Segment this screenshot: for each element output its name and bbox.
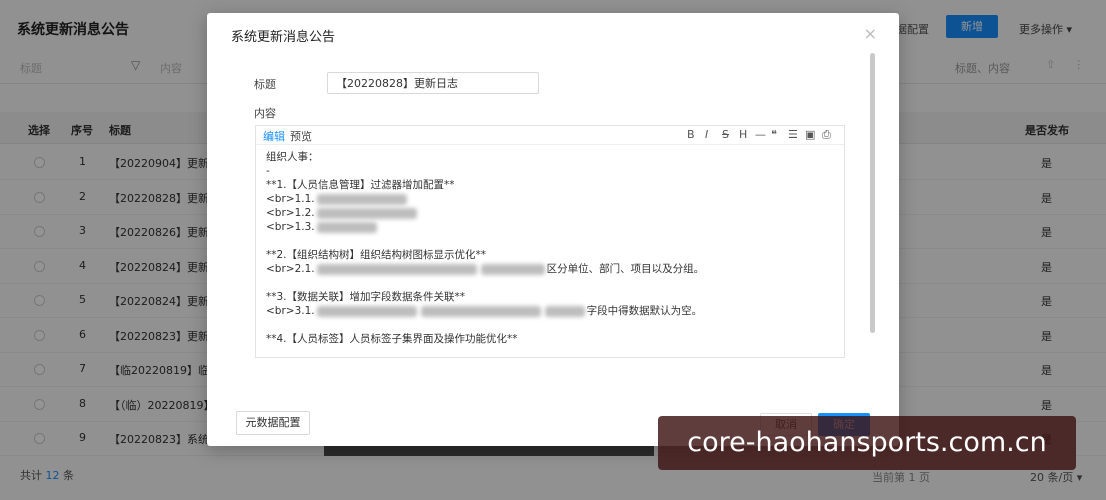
editor-line: 组织人事：	[266, 151, 319, 163]
list-icon[interactable]: ☰	[788, 128, 798, 141]
redacted-text	[544, 305, 585, 317]
editor-line: **3.【数据关联】增加字段数据条件关联**	[266, 291, 466, 303]
tab-preview[interactable]: 预览	[290, 128, 312, 144]
bold-icon[interactable]: B	[687, 128, 695, 141]
redacted-text	[480, 263, 545, 275]
editor-line: **2.【组织结构树】组织结构树图标显示优化**	[266, 249, 487, 261]
content-label: 内容	[254, 107, 276, 120]
title-label: 标题	[254, 78, 276, 91]
title-input[interactable]	[327, 72, 539, 94]
editor-toolbar: 编辑 预览 B I S H — ❝ ☰ ▣ ⎙	[256, 126, 844, 145]
redacted-text	[316, 221, 377, 233]
editor-line: **1.【人员信息管理】过滤器增加配置**	[266, 179, 455, 191]
editor-line: <br>1.3.	[266, 220, 834, 234]
dialog-scrollbar[interactable]	[870, 53, 875, 333]
dialog-title: 系统更新消息公告	[231, 30, 336, 45]
close-icon[interactable]: ×	[864, 24, 877, 43]
editor-line: -	[266, 165, 270, 177]
editor-line: <br>1.1.	[266, 192, 834, 206]
editor-line: **4.【人员标签】人员标签子集界面及操作功能优化**	[266, 333, 518, 345]
redacted-text	[420, 305, 541, 317]
editor-line: <br>2.1. 区分单位、部门、项目以及分组。	[266, 263, 705, 275]
italic-icon[interactable]: I	[705, 128, 708, 141]
image-icon[interactable]: ▣	[805, 128, 815, 141]
quote-icon[interactable]: ❝	[771, 128, 777, 141]
announcement-dialog: 系统更新消息公告 × 标题 内容 编辑 预览 B I S H — ❝ ☰ ▣ ⎙…	[207, 13, 899, 446]
editor-line: <br>3.1. 字段中得数据默认为空。	[266, 305, 703, 317]
editor-line: <br>1.2.	[266, 206, 834, 220]
editor-content[interactable]: 组织人事： - **1.【人员信息管理】过滤器增加配置** <br>1.1. <…	[256, 146, 844, 358]
horizontal-rule-icon[interactable]: —	[755, 128, 766, 141]
redacted-text	[316, 207, 417, 219]
watermark-banner: core-haohansports.com.cn	[658, 416, 1076, 470]
redacted-text	[316, 263, 477, 275]
metadata-config-button[interactable]: 元数据配置	[236, 411, 310, 435]
redacted-text	[316, 193, 407, 205]
tab-edit[interactable]: 编辑	[263, 128, 285, 144]
redacted-text	[316, 305, 417, 317]
heading-icon[interactable]: H	[739, 128, 747, 141]
background-strip	[324, 446, 654, 456]
strikethrough-icon[interactable]: S	[722, 128, 729, 141]
print-icon[interactable]: ⎙	[822, 128, 831, 142]
markdown-editor[interactable]: 编辑 预览 B I S H — ❝ ☰ ▣ ⎙ 组织人事： - **1.【人员信…	[255, 125, 845, 358]
